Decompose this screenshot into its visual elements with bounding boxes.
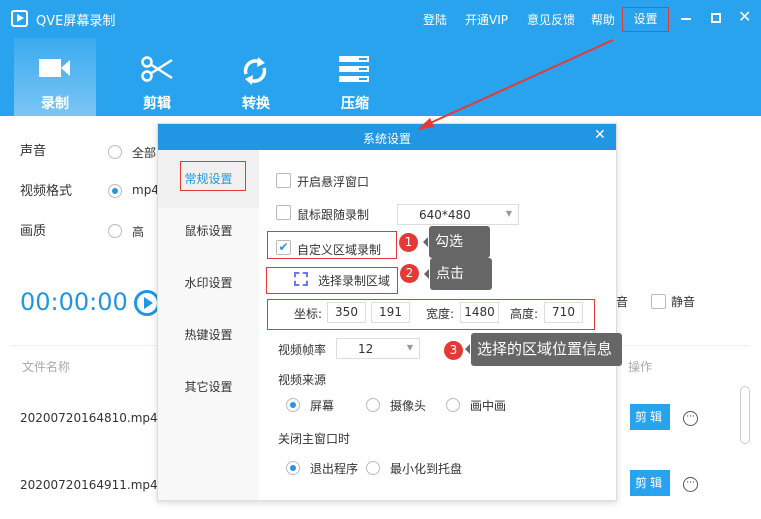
- annotation-arrow-icon: [417, 39, 614, 130]
